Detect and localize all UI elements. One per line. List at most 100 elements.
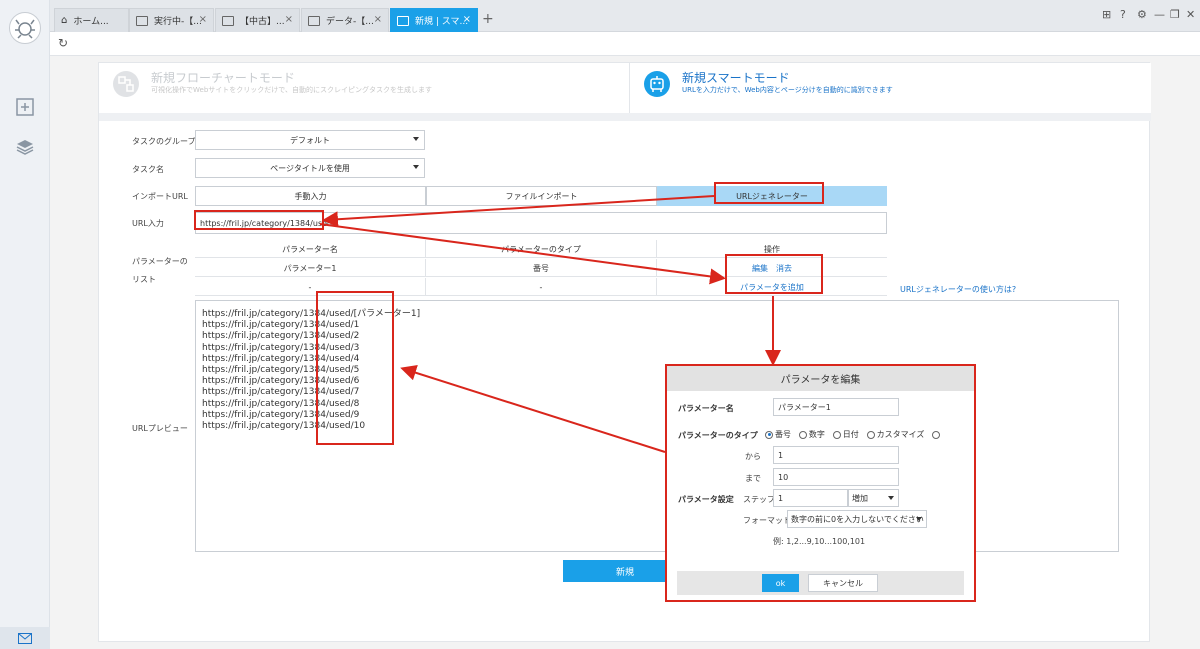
tab-label: 新規 | スマ... [415,17,469,27]
radio-date[interactable]: 日付 [832,429,859,440]
smart-mode-card[interactable]: 新規スマートモード URLを入力だけで、Web内容とページ分けを自動的に識別でき… [629,63,1151,113]
radio-dot [765,430,773,439]
param-type-radio-group: 番号 数字 日付 カスタマイズ [765,429,947,442]
step-label: ステップ [743,495,775,504]
tab-used[interactable]: 【中古】... × [215,8,300,32]
cancel-button[interactable]: キャンセル [808,574,878,592]
new-task-icon[interactable] [14,96,36,118]
tab-running[interactable]: 実行中-【... × [129,8,214,32]
format-label: フォーマット [743,516,791,525]
param-name-cell: パラメーター1 [195,259,426,277]
task-name-select[interactable]: ページタイトルを使用 [195,158,425,178]
radio-label: 数字 [808,430,825,439]
param-type-label: パラメーターのタイプ [678,431,758,440]
group-value: デフォルト [290,135,330,145]
flowchart-icon [113,71,139,97]
to-value: 10 [778,472,789,482]
group-label: タスクのグループ [132,137,196,146]
tab-new-smart[interactable]: 新規 | スマ... × [390,8,478,32]
step-value: 1 [778,493,784,503]
refresh-icon[interactable]: ↻ [58,36,68,50]
column-header: パラメーターのタイプ [426,240,657,258]
flowchart-mode-card[interactable]: 新規フローチャートモード 可視化操作でWebサイトをクリックだけで、自動的にスク… [99,63,623,113]
layers-icon[interactable] [14,136,36,158]
divider [99,113,1151,121]
mode-title: 新規スマートモード [682,71,790,85]
step-direction-select[interactable]: 増加 [848,489,899,507]
app-logo-icon[interactable] [9,12,41,44]
gift-icon[interactable]: ⊞ [1102,8,1111,21]
tab-manual-input[interactable]: 手動入力 [195,186,426,206]
tab-label: 実行中-【... [154,17,202,27]
radio-other[interactable] [932,430,942,439]
dialog-title: パラメータを編集 [667,366,974,391]
radio-dot [832,430,841,439]
step-direction-value: 増加 [852,493,868,503]
tab-home[interactable]: ⌂ ホーム... [54,8,129,32]
home-icon: ⌂ [61,15,68,26]
radio-dot [932,430,941,439]
step-input[interactable]: 1 [773,489,848,507]
radio-custom[interactable]: カスタマイズ [866,429,924,440]
annotation-box-preview [316,291,394,445]
from-input[interactable]: 1 [773,446,899,464]
url-generator-help-link[interactable]: URLジェネレーターの使い方は? [900,284,1016,295]
radio-dot [798,430,807,439]
to-label: まで [745,474,761,483]
param-name-input[interactable]: パラメーター1 [773,398,899,416]
mode-title: 新規フローチャートモード [151,71,295,85]
param-settings-label: パラメータ設定 [678,495,734,504]
close-icon[interactable]: × [463,14,471,25]
format-select[interactable]: 数字の前に0を入力しないでください [787,510,927,528]
tab-label: 手動入力 [294,191,327,201]
close-icon[interactable]: × [374,14,382,25]
radio-digit[interactable]: 数字 [798,429,825,440]
dialog-footer: ok キャンセル [677,571,964,595]
minimize-icon[interactable]: — [1154,8,1165,21]
edit-parameter-dialog: パラメータを編集 パラメーター名 パラメーター1 パラメーターのタイプ 番号 数… [665,364,976,602]
annotation-box-actions [725,254,823,294]
radio-label: 日付 [842,430,859,439]
close-window-icon[interactable]: ✕ [1186,8,1195,21]
page-icon [397,15,409,26]
help-icon[interactable]: ? [1120,8,1126,21]
radio-number[interactable]: 番号 [765,429,791,440]
tab-label: 【中古】... [240,17,285,27]
close-icon[interactable]: × [285,14,293,25]
new-task-panel: 新規フローチャートモード 可視化操作でWebサイトをクリックだけで、自動的にスク… [98,62,1151,642]
chevron-down-icon [413,137,419,141]
from-value: 1 [778,450,784,460]
to-input[interactable]: 10 [773,468,899,486]
add-tab-icon[interactable]: + [482,11,494,27]
restore-icon[interactable]: ❐ [1170,8,1180,21]
left-rail [0,0,50,649]
chevron-down-icon [413,165,419,169]
chevron-down-icon [888,496,894,500]
tab-label: ファイルインポート [505,191,578,201]
ok-button[interactable]: ok [762,574,799,592]
param-type-cell: - [426,278,657,296]
page-icon [308,15,320,26]
url-preview-label: URLプレビュー [132,424,188,433]
task-name-label: タスク名 [132,165,164,174]
radio-label: 番号 [775,430,791,439]
task-name-value: ページタイトルを使用 [270,163,350,173]
mail-icon[interactable] [0,627,50,649]
param-name-value: パラメーター1 [778,402,831,412]
page-icon [222,15,234,26]
tab-label: データ-【... [326,17,374,27]
example-text: 例: 1,2...9,10...100,101 [773,537,866,546]
group-select[interactable]: デフォルト [195,130,425,150]
annotation-box-url [194,210,324,230]
page-icon [136,15,148,26]
param-list-label: パラメーターのリスト [132,257,188,284]
tab-file-import[interactable]: ファイルインポート [426,186,657,206]
tab-bar: ⌂ ホーム... 実行中-【... × 【中古】... × データ-【... ×… [50,0,1200,32]
address-bar: ↻ [50,32,1200,56]
gear-icon[interactable]: ⚙ [1137,8,1147,21]
chevron-down-icon [916,517,922,521]
radio-dot [866,430,875,439]
tab-data[interactable]: データ-【... × [301,8,389,32]
close-icon[interactable]: × [199,14,207,25]
annotation-box-generator [714,182,824,204]
